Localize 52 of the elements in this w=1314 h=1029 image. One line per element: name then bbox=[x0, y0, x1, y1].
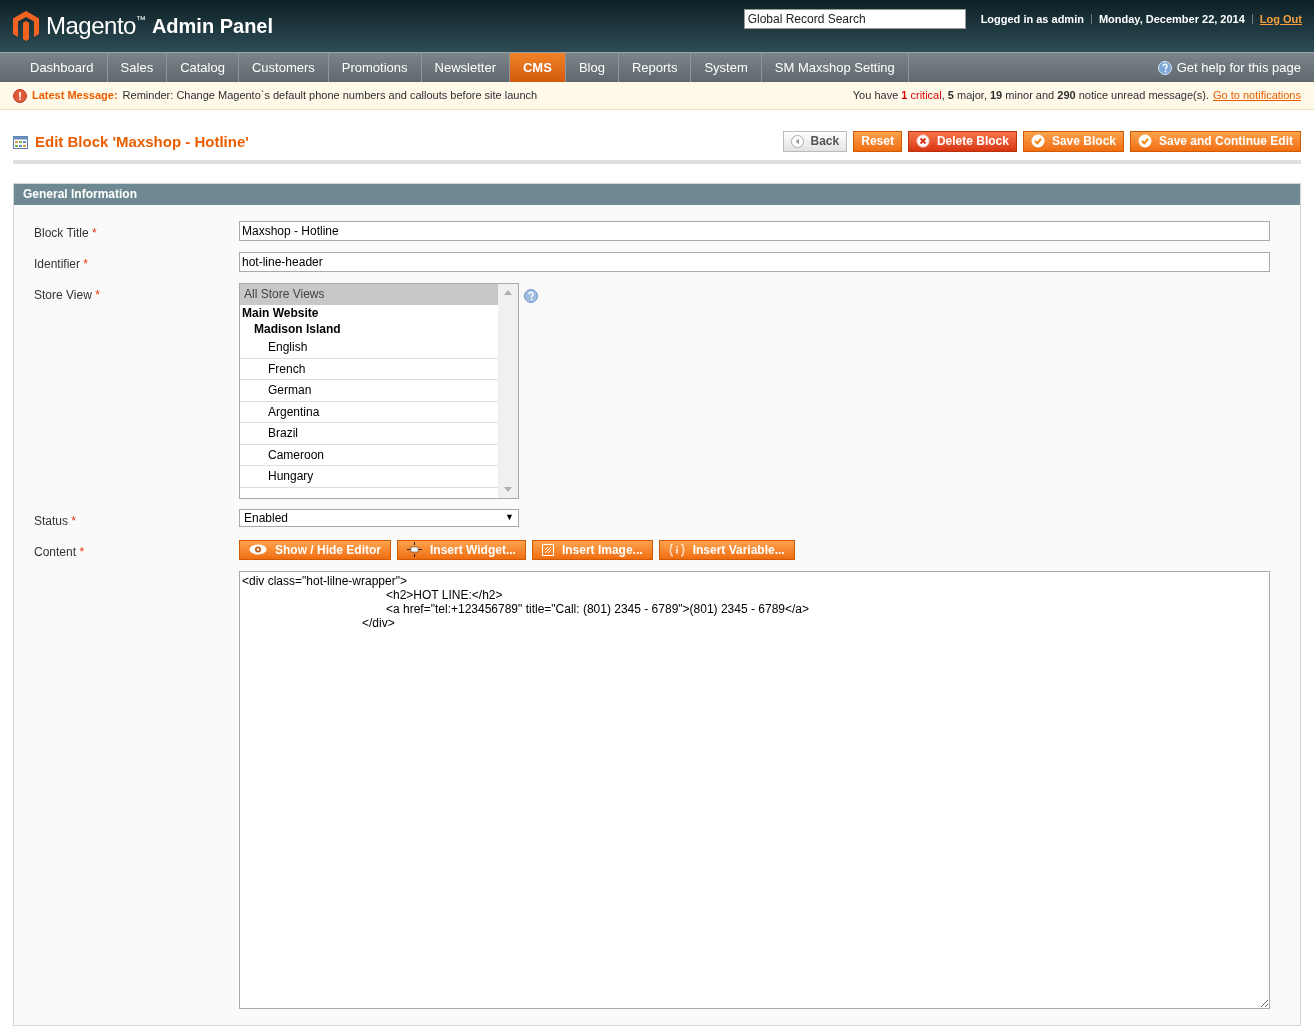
field-label: Content * bbox=[34, 543, 86, 561]
latest-message-text: Reminder: Change Magento`s default phone numbers and callouts before site launch bbox=[122, 88, 538, 104]
notifications-link[interactable]: Go to notifications bbox=[1212, 87, 1301, 104]
toggle-editor-button[interactable]: Show / Hide Editor bbox=[239, 539, 391, 560]
status-select[interactable]: Enabled ▼ bbox=[239, 508, 519, 527]
scrollbar[interactable] bbox=[498, 283, 518, 498]
logo-subtitle: Admin Panel bbox=[151, 14, 274, 39]
block-title-field[interactable]: Maxshop - Hotline bbox=[239, 220, 1270, 241]
insert-button[interactable]: Insert Image... bbox=[531, 539, 653, 560]
variable-icon bbox=[668, 542, 685, 557]
reset-button[interactable]: Reset bbox=[853, 130, 902, 152]
option-group-label: Main Website bbox=[241, 305, 320, 321]
store-view-list[interactable]: All Store Views Main Website Madison Island English French German Argentina Brazil Cameroon Hungary bbox=[239, 282, 519, 499]
latest-message-label: Latest Message: bbox=[32, 88, 118, 104]
back-button[interactable]: Back bbox=[782, 130, 848, 152]
save-button[interactable]: Save Block bbox=[1022, 130, 1124, 152]
alert-icon bbox=[13, 88, 27, 103]
page-title: Edit Block 'Maxshop - Hotline' bbox=[35, 132, 249, 152]
grid-icon bbox=[13, 135, 28, 149]
notification-summary: You have 1 critical, 5 major, 19 minor and 290 notice unread message(s). bbox=[852, 88, 1209, 104]
option-group-label: Madison Island bbox=[253, 321, 342, 337]
logo-text: Magento bbox=[46, 11, 136, 41]
identifier-field[interactable]: hot-line-header bbox=[239, 251, 1270, 272]
field-label: Block Title * bbox=[34, 224, 98, 242]
logo-icon bbox=[12, 10, 40, 42]
scroll-up-icon[interactable] bbox=[504, 289, 512, 295]
field-label: Identifier * bbox=[34, 255, 90, 273]
help-icon bbox=[1157, 60, 1172, 75]
image-icon bbox=[541, 543, 554, 556]
scroll-down-icon[interactable] bbox=[504, 486, 512, 492]
content-editor[interactable]: <div class="hot-lilne-wrapper"> <h2>HOT LINE:</h2> <a href="tel:+123456789" title="Call: (801) 2345 - 6789">(801) 2345 - 6789</a> </div> bbox=[239, 570, 1270, 1009]
logged-in-text: Logged in as admin bbox=[980, 11, 1084, 27]
nav-tab[interactable]: CMS bbox=[510, 53, 566, 82]
logout-link[interactable]: Log Out bbox=[1259, 10, 1302, 28]
global-search-field[interactable]: Global Record Search bbox=[743, 9, 966, 29]
widget-icon bbox=[407, 542, 422, 557]
section-header: General Information bbox=[14, 183, 1300, 205]
delete-icon bbox=[915, 134, 930, 149]
checkmark-icon bbox=[1138, 134, 1152, 149]
date-text: Monday, December 22, 2014 bbox=[1098, 11, 1245, 27]
field-label: Store View * bbox=[34, 286, 101, 304]
store-view-option[interactable]: All Store Views bbox=[240, 283, 498, 305]
help-icon[interactable] bbox=[524, 288, 538, 303]
eye-icon bbox=[249, 544, 267, 555]
delete-button[interactable]: Delete Block bbox=[907, 130, 1017, 152]
insert-button[interactable]: Insert Variable... bbox=[658, 539, 795, 560]
help-link[interactable]: Get help for this page bbox=[1176, 57, 1301, 78]
insert-button[interactable]: Insert Widget... bbox=[397, 539, 526, 560]
trademark-mark: ™ bbox=[135, 13, 146, 25]
checkmark-icon bbox=[1030, 134, 1045, 149]
field-label: Status * bbox=[34, 512, 78, 530]
save-button[interactable]: Save and Continue Edit bbox=[1130, 130, 1301, 152]
